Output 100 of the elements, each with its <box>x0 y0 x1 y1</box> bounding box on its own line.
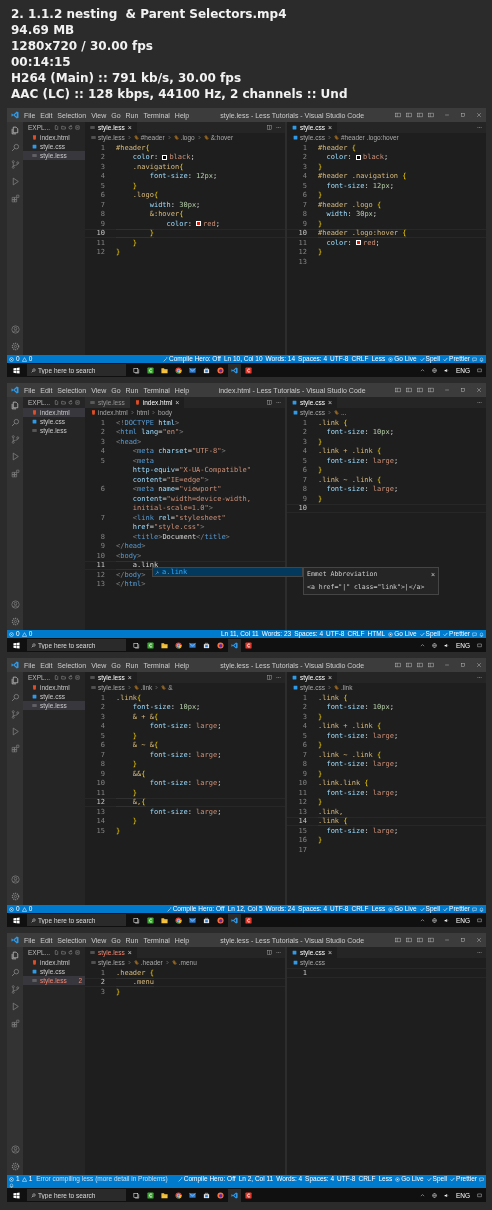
split-editor-icon[interactable] <box>267 675 272 680</box>
color-swatch[interactable] <box>355 154 361 160</box>
store-icon[interactable] <box>203 366 210 374</box>
refresh-icon[interactable] <box>68 950 74 955</box>
layout-icon[interactable] <box>395 937 401 943</box>
app-icon[interactable] <box>147 366 154 374</box>
feedback-icon[interactable] <box>472 631 477 637</box>
caret-icon[interactable] <box>419 642 425 648</box>
layout-icon[interactable] <box>395 387 401 393</box>
vscode-logo-icon[interactable] <box>231 641 238 649</box>
search-icon[interactable] <box>10 418 20 427</box>
notification-icon[interactable] <box>477 642 482 648</box>
new-folder-icon[interactable] <box>61 125 67 130</box>
run-icon[interactable] <box>10 1002 20 1011</box>
mail-icon[interactable] <box>189 1191 196 1199</box>
files-icon[interactable] <box>10 676 20 685</box>
speaker-icon[interactable] <box>443 917 449 923</box>
layout-icon[interactable] <box>428 112 434 118</box>
split-editor-icon[interactable] <box>267 125 272 130</box>
files-icon[interactable] <box>10 401 20 410</box>
notification-icon[interactable] <box>477 367 482 373</box>
browser-icon[interactable] <box>175 1191 182 1199</box>
vscode-logo-icon[interactable] <box>231 1191 238 1199</box>
network-icon[interactable] <box>431 642 437 648</box>
maximize-icon[interactable] <box>460 937 466 943</box>
windows-start-icon[interactable] <box>13 641 20 649</box>
caret-icon[interactable] <box>419 917 425 923</box>
settings-icon[interactable] <box>10 892 20 901</box>
new-file-icon[interactable] <box>54 125 60 130</box>
refresh-icon[interactable] <box>68 400 74 405</box>
folder-icon[interactable] <box>161 1191 168 1199</box>
layout-icon[interactable] <box>406 112 412 118</box>
speaker-icon[interactable] <box>443 367 449 373</box>
windows-start-icon[interactable] <box>13 366 20 374</box>
color-swatch[interactable] <box>162 154 168 160</box>
task-view-icon[interactable] <box>133 366 140 374</box>
new-folder-icon[interactable] <box>61 400 67 405</box>
caret-icon[interactable] <box>419 367 425 373</box>
app-icon[interactable] <box>245 1191 252 1199</box>
close-icon[interactable] <box>476 662 482 668</box>
task-view-icon[interactable] <box>133 916 140 924</box>
maximize-icon[interactable] <box>460 112 466 118</box>
split-editor-icon[interactable] <box>267 950 272 955</box>
branch-icon[interactable] <box>10 160 20 169</box>
branch-icon[interactable] <box>10 435 20 444</box>
folder-icon[interactable] <box>161 366 168 374</box>
extensions-icon[interactable] <box>10 469 20 478</box>
mail-icon[interactable] <box>189 366 196 374</box>
app-icon[interactable] <box>147 916 154 924</box>
search-icon[interactable] <box>10 143 20 152</box>
close-icon[interactable] <box>476 112 482 118</box>
run-icon[interactable] <box>10 177 20 186</box>
run-icon[interactable] <box>10 727 20 736</box>
caret-icon[interactable] <box>419 1192 425 1198</box>
folder-icon[interactable] <box>161 916 168 924</box>
search-icon[interactable] <box>10 968 20 977</box>
browser-icon[interactable] <box>217 366 224 374</box>
collapse-icon[interactable] <box>75 675 81 680</box>
account-icon[interactable] <box>10 600 20 609</box>
close-icon[interactable] <box>476 937 482 943</box>
run-icon[interactable] <box>10 452 20 461</box>
new-folder-icon[interactable] <box>61 950 67 955</box>
layout-icon[interactable] <box>406 662 412 668</box>
maximize-icon[interactable] <box>460 387 466 393</box>
account-icon[interactable] <box>10 325 20 334</box>
app-icon[interactable] <box>245 641 252 649</box>
layout-icon[interactable] <box>395 662 401 668</box>
layout-icon[interactable] <box>406 387 412 393</box>
store-icon[interactable] <box>203 641 210 649</box>
notification-icon[interactable] <box>477 1192 482 1198</box>
speaker-icon[interactable] <box>443 1192 449 1198</box>
browser-icon[interactable] <box>175 366 182 374</box>
store-icon[interactable] <box>203 1191 210 1199</box>
layout-icon[interactable] <box>417 662 423 668</box>
branch-icon[interactable] <box>10 710 20 719</box>
network-icon[interactable] <box>431 1192 437 1198</box>
network-icon[interactable] <box>431 367 437 373</box>
bell-icon[interactable] <box>479 631 484 637</box>
mail-icon[interactable] <box>189 916 196 924</box>
split-editor-icon[interactable] <box>267 400 272 405</box>
layout-icon[interactable] <box>428 937 434 943</box>
bell-icon[interactable] <box>479 356 484 362</box>
account-icon[interactable] <box>10 1145 20 1154</box>
speaker-icon[interactable] <box>443 642 449 648</box>
browser-icon[interactable] <box>175 641 182 649</box>
notification-icon[interactable] <box>477 917 482 923</box>
mail-icon[interactable] <box>189 641 196 649</box>
folder-icon[interactable] <box>161 641 168 649</box>
extensions-icon[interactable] <box>10 744 20 753</box>
layout-icon[interactable] <box>428 662 434 668</box>
files-icon[interactable] <box>10 951 20 960</box>
browser-icon[interactable] <box>217 641 224 649</box>
new-folder-icon[interactable] <box>61 675 67 680</box>
layout-icon[interactable] <box>417 387 423 393</box>
windows-start-icon[interactable] <box>13 1191 20 1199</box>
network-icon[interactable] <box>431 917 437 923</box>
windows-start-icon[interactable] <box>13 916 20 924</box>
app-icon[interactable] <box>245 366 252 374</box>
new-file-icon[interactable] <box>54 950 60 955</box>
task-view-icon[interactable] <box>133 1191 140 1199</box>
